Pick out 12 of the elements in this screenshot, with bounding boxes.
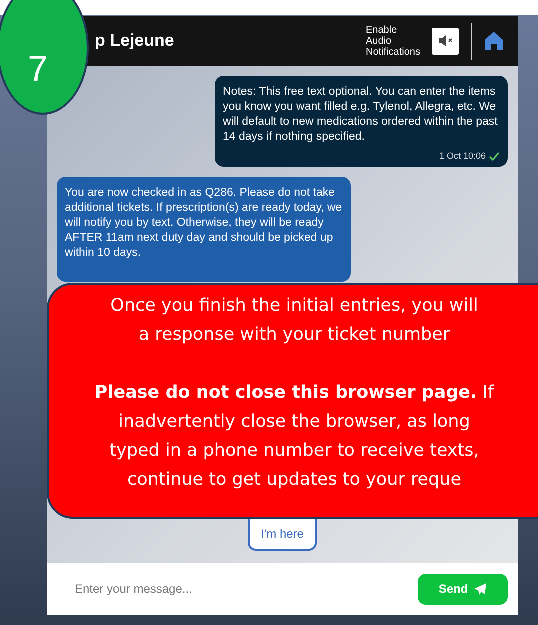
speaker-muted-icon: [438, 34, 454, 48]
message-text: Notes: This free text optional. You can enter the items you know you want filled e.g. Tylenol, Allegra, etc. We will default to new medications ordered within the past 14 days if nothing specified.: [223, 85, 499, 145]
mute-toggle-button[interactable]: [432, 28, 459, 54]
home-icon[interactable]: [484, 31, 504, 51]
message-time: 1 Oct 10:06: [439, 151, 486, 161]
chat-title: p Lejeune: [95, 31, 176, 51]
callout-paragraph: Please do not close this browser page. If inadvertently close the browser, as long typed in a phone number to receive texts, continue to get updates to your reque: [94, 382, 496, 492]
audio-notifications-label: Enable Audio Notifications: [366, 24, 422, 58]
paper-plane-icon: [474, 582, 488, 596]
message-text: You are now checked in as Q286. Please do not take additional tickets. If prescription(s) are ready today, we will notify you by text. Otherwise, they will be ready AFTER 11am next duty day and should be picked up within 10 days.: [65, 186, 343, 261]
quick-reply-button[interactable]: I'm here: [248, 519, 317, 551]
callout-paragraph: Once you finish the initial entries, you will a response with your ticket number: [110, 295, 480, 347]
